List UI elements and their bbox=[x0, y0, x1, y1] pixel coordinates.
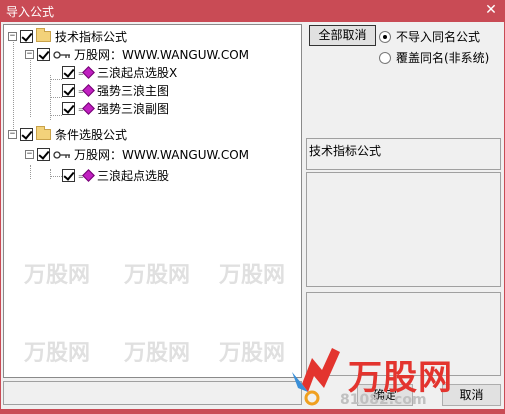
tree-node[interactable]: − 万股网：WWW.WANGUW.COM bbox=[25, 45, 249, 63]
watermark-logo: 万股网 bbox=[24, 263, 91, 288]
radio-label: 覆盖同名(非系统) bbox=[396, 51, 490, 65]
formula-preview-box bbox=[306, 292, 501, 376]
tree-node-label: 万股网：WWW.WANGUW.COM bbox=[74, 147, 249, 162]
watermark-logo: 万股网 bbox=[219, 341, 286, 366]
tree-checkbox[interactable] bbox=[62, 83, 75, 97]
tree-checkbox[interactable] bbox=[37, 47, 50, 61]
tree-checkbox[interactable] bbox=[20, 127, 33, 141]
cancel-all-button[interactable]: 全部取消 bbox=[309, 25, 376, 46]
title-bar[interactable]: 导入公式 ✕ bbox=[0, 0, 505, 22]
tree-node-label: 条件选股公式 bbox=[55, 127, 128, 142]
tree-node-label: 强势三浪副图 bbox=[97, 101, 170, 116]
collapse-toggle[interactable]: − bbox=[8, 31, 17, 41]
status-field bbox=[3, 381, 302, 405]
tree-checkbox[interactable] bbox=[20, 29, 33, 43]
formula-tree[interactable]: − 技术指标公式 − 万股网：WWW.WANGUW.COM = 三浪起点选股X bbox=[3, 24, 302, 378]
watermark-logo: 万股网 bbox=[124, 341, 191, 366]
formula-icon: = bbox=[78, 169, 95, 182]
radio-skip-duplicates[interactable]: 不导入同名公式 bbox=[379, 28, 480, 45]
watermark-logo: 万股网 bbox=[24, 341, 91, 366]
radio-indicator[interactable] bbox=[379, 51, 391, 64]
category-header-box: 技术指标公式 bbox=[306, 138, 501, 170]
collapse-toggle[interactable]: − bbox=[25, 149, 34, 159]
cancel-button[interactable]: 取消 bbox=[442, 384, 501, 406]
tree-node[interactable]: = 强势三浪副图 bbox=[62, 99, 169, 117]
tree-node-label: 强势三浪主图 bbox=[97, 83, 170, 98]
tree-node[interactable]: − 万股网：WWW.WANGUW.COM bbox=[25, 145, 249, 163]
tree-node[interactable]: = 强势三浪主图 bbox=[62, 81, 169, 99]
window-title: 导入公式 bbox=[6, 5, 55, 19]
dialog-body: − 技术指标公式 − 万股网：WWW.WANGUW.COM = 三浪起点选股X bbox=[1, 22, 504, 409]
watermark-logo: 万股网 bbox=[124, 263, 191, 288]
radio-label: 不导入同名公式 bbox=[396, 30, 481, 44]
tree-node-label: 技术指标公式 bbox=[55, 29, 128, 44]
tree-checkbox[interactable] bbox=[62, 65, 75, 79]
collapse-toggle[interactable]: − bbox=[25, 49, 34, 59]
close-button[interactable]: ✕ bbox=[483, 2, 499, 18]
tree-node[interactable]: − 技术指标公式 bbox=[8, 27, 127, 45]
formula-description-box bbox=[306, 172, 501, 287]
formula-icon: = bbox=[78, 84, 95, 97]
tree-checkbox[interactable] bbox=[62, 101, 75, 115]
import-formula-dialog: 导入公式 ✕ − 技术指标公式 − 万股网：WWW.WANGUW.COM = 三… bbox=[0, 0, 505, 410]
formula-icon: = bbox=[78, 102, 95, 115]
folder-icon bbox=[36, 125, 51, 140]
radio-overwrite-duplicates[interactable]: 覆盖同名(非系统) bbox=[379, 49, 489, 66]
tree-node-label: 万股网：WWW.WANGUW.COM bbox=[74, 47, 249, 62]
category-label: 技术指标公式 bbox=[309, 144, 382, 158]
tree-node[interactable]: = 三浪起点选股X bbox=[62, 63, 177, 81]
formula-icon: = bbox=[78, 66, 95, 79]
tree-node[interactable]: = 三浪起点选股 bbox=[62, 166, 169, 184]
radio-indicator[interactable] bbox=[379, 30, 391, 43]
collapse-toggle[interactable]: − bbox=[8, 129, 17, 139]
tree-node-label: 三浪起点选股X bbox=[97, 65, 178, 80]
tree-node[interactable]: − 条件选股公式 bbox=[8, 125, 127, 143]
tree-node-label: 三浪起点选股 bbox=[97, 168, 170, 183]
ok-button[interactable]: 确定 bbox=[357, 384, 413, 406]
tree-checkbox[interactable] bbox=[62, 168, 75, 182]
watermark-logo: 万股网 bbox=[219, 263, 286, 288]
key-icon bbox=[53, 49, 71, 59]
key-icon bbox=[53, 149, 71, 159]
folder-icon bbox=[36, 27, 51, 42]
tree-checkbox[interactable] bbox=[37, 147, 50, 161]
